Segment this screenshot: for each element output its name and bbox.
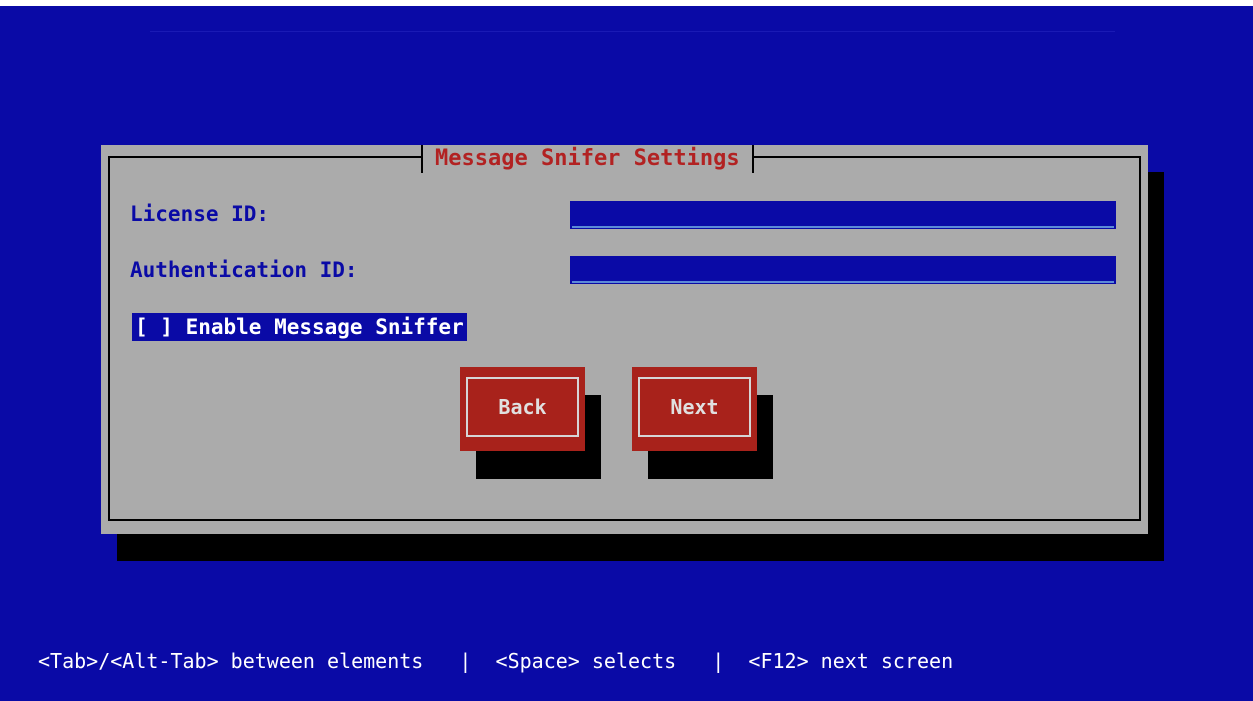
license-id-label: License ID: (130, 202, 270, 226)
background-line (150, 31, 1115, 32)
enable-message-sniffer-checkbox[interactable]: [ ] Enable Message Sniffer (132, 313, 467, 341)
back-button[interactable]: Back (460, 367, 585, 451)
top-edge (0, 0, 1253, 6)
settings-dialog: Message Snifer Settings License ID: Auth… (101, 145, 1148, 534)
next-button-label: Next (638, 377, 751, 437)
license-id-input[interactable] (570, 201, 1116, 229)
next-button[interactable]: Next (632, 367, 757, 451)
help-bar: <Tab>/<Alt-Tab> between elements | <Spac… (38, 649, 954, 673)
dialog-title: Message Snifer Settings (421, 145, 754, 173)
back-button-label: Back (466, 377, 579, 437)
authentication-id-underline (572, 281, 1114, 283)
license-id-underline (572, 226, 1114, 228)
authentication-id-label: Authentication ID: (130, 258, 358, 282)
authentication-id-input[interactable] (570, 256, 1116, 284)
